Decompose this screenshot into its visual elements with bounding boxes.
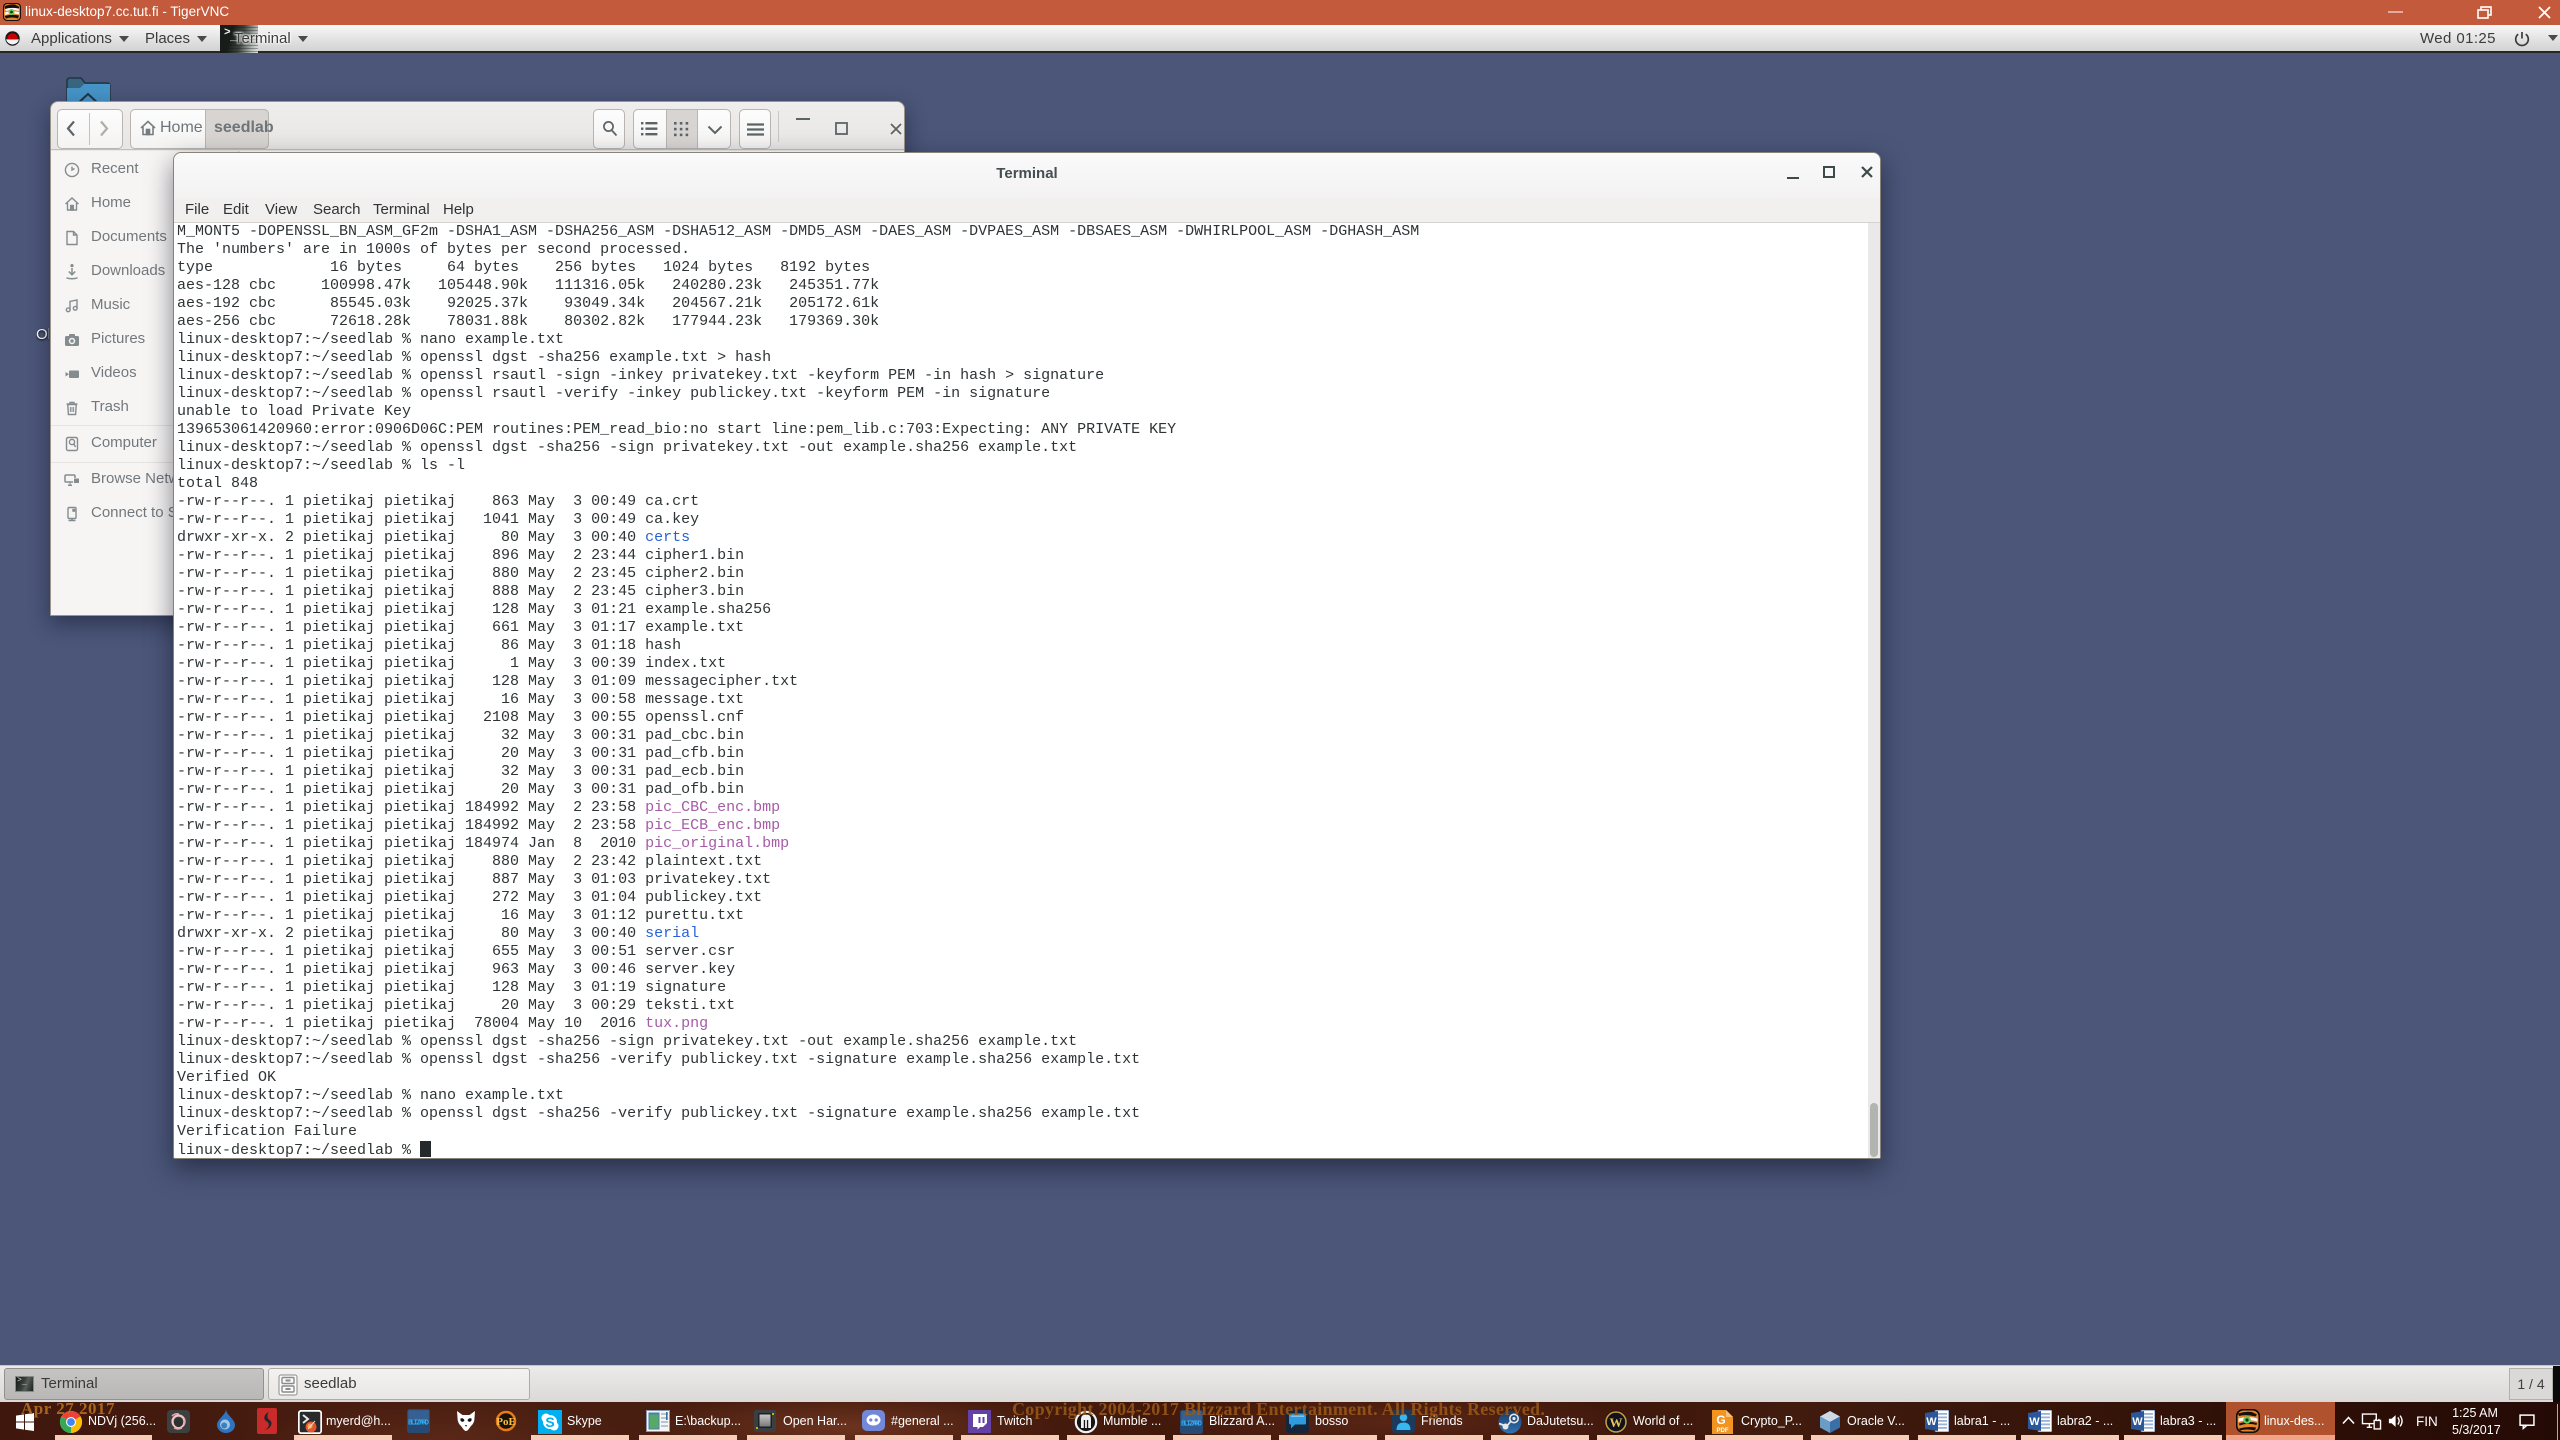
svg-text:S: S	[545, 1414, 554, 1430]
svg-text:W: W	[1610, 1415, 1623, 1430]
svg-text:BLIZARD: BLIZARD	[408, 1420, 430, 1428]
svg-text:G: G	[1716, 1413, 1725, 1427]
svg-text:W: W	[2029, 1416, 2040, 1428]
svg-text:PoE: PoE	[496, 1416, 516, 1428]
svg-text:W: W	[2132, 1416, 2143, 1428]
svg-text:PDF: PDF	[1717, 1428, 1729, 1434]
svg-text:BLIZARD: BLIZARD	[1181, 1421, 1203, 1429]
svg-text:W: W	[1926, 1416, 1937, 1428]
